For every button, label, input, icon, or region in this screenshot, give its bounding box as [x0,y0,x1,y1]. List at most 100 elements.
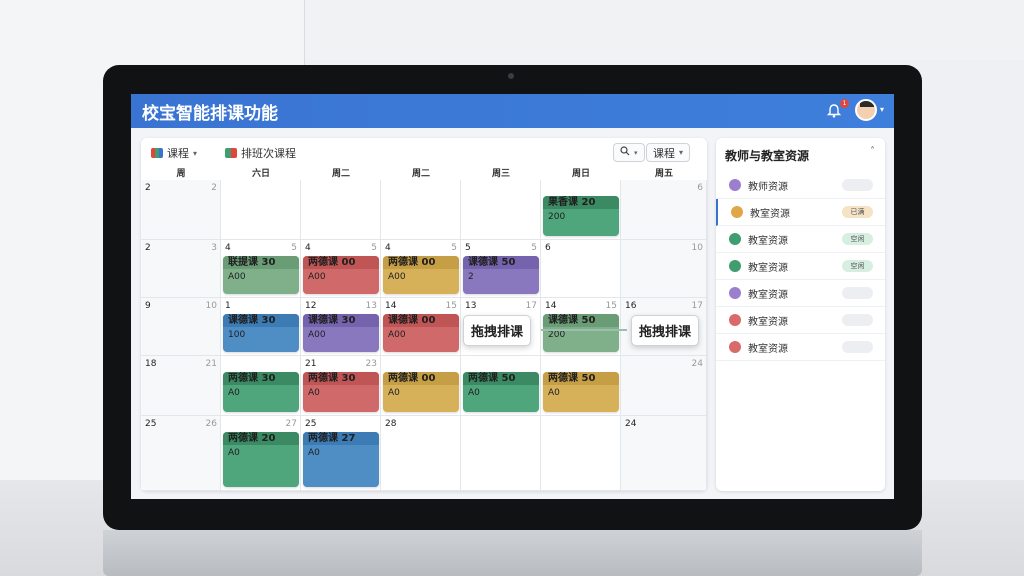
day-number: 5 [465,243,471,253]
resource-status-badge: 空闲 [842,260,873,272]
resource-item[interactable]: 教室资源 [716,307,885,334]
resource-item[interactable]: 教室资源 已满 [716,199,885,226]
day-number-secondary: 5 [451,243,457,253]
chevron-up-icon[interactable]: ˄ [870,146,875,157]
resource-item[interactable]: 教室资源 [716,334,885,361]
calendar-day-cell[interactable]: 28 [381,416,461,491]
course-event-title: 两德课 20 [223,432,299,445]
resource-status-badge [842,287,873,299]
course-event[interactable]: 课德课 50 200 [543,314,619,352]
course-event[interactable]: 两德课 50 A0 [463,372,539,412]
resource-icon [729,314,741,326]
resource-item[interactable]: 教室资源 [716,280,885,307]
webcam [508,73,514,79]
course-event-title: 果香课 20 [543,196,619,209]
weekday-header: 六日 [251,169,270,179]
day-number-secondary: 17 [691,301,703,311]
resource-icon [729,341,741,353]
course-event[interactable]: 两德课 27 A0 [303,432,379,487]
course-event[interactable]: 两德课 30 A0 [303,372,379,412]
app-title: 校宝智能排课功能 [142,104,278,124]
course-event[interactable]: 课德课 50 2 [463,256,539,294]
day-number-secondary: 6 [697,183,703,193]
calendar-day-cell[interactable] [301,180,381,240]
chevron-down-icon[interactable]: ▾ [880,105,884,114]
resource-item[interactable]: 教室资源 空闲 [716,226,885,253]
course-event[interactable]: 课德课 00 A00 [383,314,459,352]
calendar-day-cell[interactable] [461,416,541,491]
resource-status-badge [842,341,873,353]
view-selector[interactable]: 课程 ▾ [646,143,691,162]
course-event[interactable]: 课德课 30 A00 [303,314,379,352]
chevron-down-icon: ▾ [679,148,684,157]
course-event-title: 两德课 50 [463,372,539,385]
calendar-day-cell[interactable]: 24 [621,416,707,491]
course-event-room: A0 [548,388,560,398]
app-window: 校宝智能排课功能 1 ▾ 课程 ▾ 排班次课程 ▾ 课程 ▾ 周 六日 周二 周… [131,94,894,499]
day-number: 14 [385,301,397,311]
course-event-room: 200 [548,212,566,222]
course-event-title: 课德课 30 [223,314,299,327]
calendar-day-cell[interactable]: 23 [141,240,221,298]
course-event-title: 两德课 00 [303,256,379,269]
calendar-day-cell[interactable]: 24 [621,356,707,416]
calendar-day-cell[interactable]: 18 21 [141,356,221,416]
resource-icon [729,287,741,299]
day-number-secondary: 2 [211,183,217,193]
calendar-day-cell[interactable] [461,180,541,240]
calendar-day-cell[interactable] [221,180,301,240]
course-event[interactable]: 两德课 00 A00 [303,256,379,294]
course-event-title: 两德课 27 [303,432,379,445]
day-number: 4 [305,243,311,253]
course-event[interactable]: 课德课 30 100 [223,314,299,352]
drag-connector-line [541,329,627,331]
course-event-title: 两德课 00 [383,372,459,385]
search-icon [620,146,630,159]
course-event[interactable]: 两德课 00 A00 [383,256,459,294]
course-event-room: A00 [388,272,406,282]
calendar-panel: 课程 ▾ 排班次课程 ▾ 课程 ▾ 周六日 周二 周二 周三 周日 周五 2 2 6 2 3 4 5 4 5… [141,138,707,491]
calendar-day-cell[interactable]: 6 [541,240,621,298]
course-event[interactable]: 果香课 20 200 [543,196,619,236]
calendar-day-cell[interactable] [381,180,461,240]
day-number: 16 [625,301,637,311]
calendar-day-cell[interactable]: 10 [621,240,707,298]
course-event[interactable]: 联提课 30 A00 [223,256,299,294]
drag-schedule-chip[interactable]: 拖拽排课 [463,315,532,346]
day-number: 21 [305,359,317,369]
day-number-secondary: 5 [371,243,377,253]
course-event[interactable]: 两德课 50 A0 [543,372,619,412]
resource-item[interactable]: 教师资源 [716,172,885,199]
calendar-day-cell[interactable]: 6 [621,180,707,240]
course-event-title: 课德课 00 [383,314,459,327]
course-selector[interactable]: 课程 ▾ [151,145,197,161]
course-event-room: A0 [308,388,320,398]
schedule-icon [225,148,237,158]
avatar-icon[interactable] [855,99,877,121]
day-number: 18 [145,359,157,369]
schedule-selector[interactable]: 排班次课程 [225,145,296,161]
monitor-stand [103,530,922,576]
course-event[interactable]: 两德课 30 A0 [223,372,299,412]
resource-status-badge [842,314,873,326]
day-number: 13 [465,301,477,311]
calendar-day-cell[interactable] [541,416,621,491]
day-number-secondary: 23 [365,359,377,369]
calendar-day-cell[interactable]: 22 [141,180,221,240]
day-number-secondary: 5 [291,243,297,253]
calendar-day-cell[interactable]: 9 10 [141,298,221,356]
day-number-secondary: 15 [445,301,457,311]
resource-item[interactable]: 教室资源 空闲 [716,253,885,280]
course-event-room: A00 [388,330,406,340]
course-event[interactable]: 两德课 00 A0 [383,372,459,412]
course-event-room: 2 [468,272,474,282]
day-number-secondary: 3 [211,243,217,253]
search-button[interactable]: ▾ [613,143,645,162]
day-number: 24 [625,419,637,429]
course-event-room: A00 [308,272,326,282]
calendar-day-cell[interactable]: 25 26 [141,416,221,491]
course-event-room: A0 [388,388,400,398]
course-event[interactable]: 两德课 20 A0 [223,432,299,487]
resource-status-badge [842,179,873,191]
day-number-secondary: 15 [605,301,617,311]
